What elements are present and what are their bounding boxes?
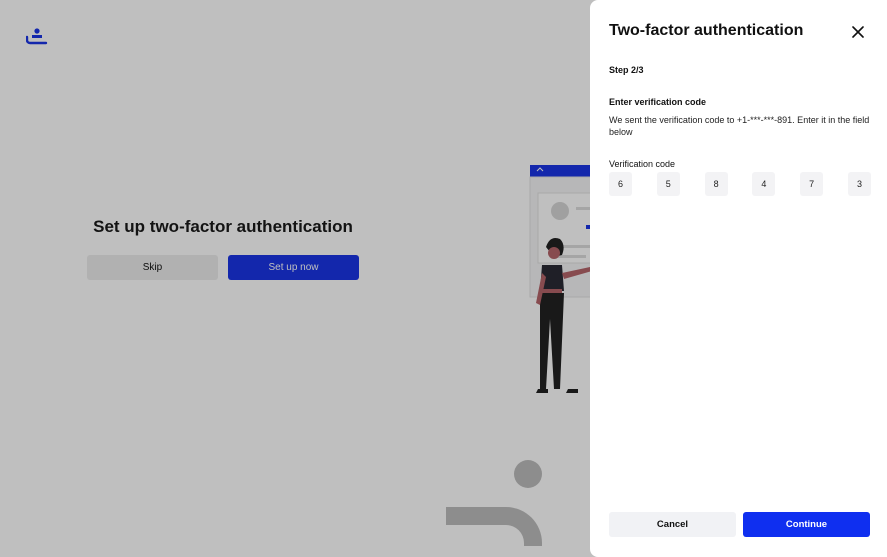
continue-button[interactable]: Continue bbox=[743, 512, 870, 537]
code-digit-input[interactable]: 5 bbox=[656, 172, 680, 196]
code-digit-input[interactable]: 7 bbox=[800, 172, 824, 196]
close-button[interactable] bbox=[849, 23, 867, 41]
step-indicator: Step 2/3 bbox=[609, 65, 644, 75]
section-description: We sent the verification code to +1-***-… bbox=[609, 115, 870, 137]
code-digit-input[interactable]: 3 bbox=[847, 172, 871, 196]
two-factor-drawer: Two-factor authentication Step 2/3 Enter… bbox=[590, 0, 887, 557]
drawer-title: Two-factor authentication bbox=[609, 22, 804, 39]
code-digit-input[interactable]: 4 bbox=[752, 172, 776, 196]
code-digit-input[interactable]: 8 bbox=[704, 172, 728, 196]
close-icon bbox=[852, 26, 864, 38]
verification-code-label: Verification code bbox=[609, 159, 676, 169]
section-title: Enter verification code bbox=[609, 97, 707, 107]
verification-code-field: 6 5 8 4 7 3 bbox=[609, 172, 871, 196]
code-digit-input[interactable]: 6 bbox=[609, 172, 632, 196]
cancel-button[interactable]: Cancel bbox=[609, 512, 736, 537]
